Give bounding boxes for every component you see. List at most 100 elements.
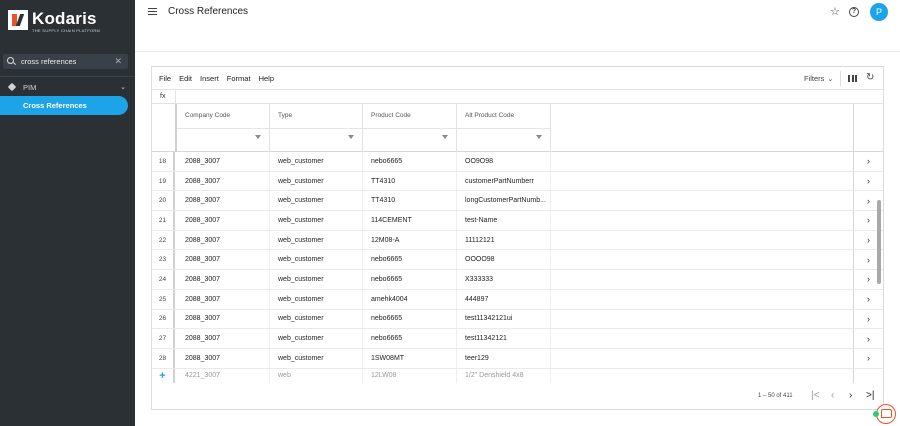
- cell-type[interactable]: web_customer: [270, 171, 363, 191]
- cell-alt-product-code[interactable]: 444897: [457, 289, 551, 309]
- table-row[interactable]: 23 2088_3007 web_customer nebo6665 OOOO9…: [152, 250, 883, 271]
- next-page-icon[interactable]: ›: [849, 390, 852, 401]
- add-row-icon[interactable]: +: [152, 368, 175, 383]
- cell-company-code[interactable]: 2088_3007: [177, 250, 270, 270]
- column-header-product-code[interactable]: Product Code: [363, 104, 457, 152]
- cell-company-code[interactable]: 2088_3007: [177, 329, 270, 348]
- first-page-icon[interactable]: |<: [811, 390, 819, 401]
- chevron-right-icon[interactable]: ›: [853, 152, 883, 171]
- cell-type[interactable]: web_customer: [270, 211, 363, 230]
- filter-icon[interactable]: [536, 135, 542, 139]
- cell-company-code[interactable]: 2088_3007: [177, 348, 270, 368]
- prev-page-icon[interactable]: ‹: [831, 390, 834, 401]
- cell-type[interactable]: web_customer: [270, 309, 363, 329]
- avatar[interactable]: P: [870, 3, 888, 21]
- cell-product-code[interactable]: 114CEMENT: [363, 211, 457, 230]
- cell-company-code[interactable]: 2088_3007: [177, 152, 270, 171]
- page-title: Cross References: [168, 6, 249, 17]
- chevron-right-icon[interactable]: ›: [853, 289, 883, 309]
- cell-company-code[interactable]: 2088_3007: [177, 309, 270, 329]
- filters-dropdown[interactable]: Filters ⌄: [804, 74, 833, 83]
- table-row[interactable]: 22 2088_3007 web_customer 12M08-A 111121…: [152, 230, 883, 251]
- table-row[interactable]: 18 2088_3007 web_customer nebo6665 OO9O9…: [152, 152, 883, 172]
- cell-alt-product-code[interactable]: teer129: [457, 348, 551, 368]
- sidebar-item-cross-references[interactable]: Cross References: [0, 96, 128, 115]
- cell-company-code[interactable]: 2088_3007: [177, 191, 270, 211]
- new-row-product-code[interactable]: 12LW08: [363, 368, 457, 383]
- cell-product-code[interactable]: nebo6665: [363, 270, 457, 289]
- new-row-company-code[interactable]: 4221_3007: [177, 368, 270, 383]
- cell-alt-product-code[interactable]: test11342121: [457, 329, 551, 348]
- cell-company-code[interactable]: 2088_3007: [177, 270, 270, 289]
- cell-product-code[interactable]: nebo6665: [363, 329, 457, 348]
- table-row[interactable]: 21 2088_3007 web_customer 114CEMENT test…: [152, 211, 883, 231]
- cell-product-code[interactable]: TT4310: [363, 171, 457, 191]
- cell-type[interactable]: web_customer: [270, 152, 363, 171]
- menu-edit[interactable]: Edit: [179, 74, 192, 83]
- cell-alt-product-code[interactable]: longCustomerPartNumb...: [457, 191, 551, 211]
- formula-bar[interactable]: fx: [152, 91, 883, 104]
- cell-alt-product-code[interactable]: customerPartNumberr: [457, 171, 551, 191]
- search-input[interactable]: [21, 57, 109, 66]
- cell-product-code[interactable]: nebo6665: [363, 309, 457, 329]
- cell-company-code[interactable]: 2088_3007: [177, 230, 270, 250]
- vertical-scrollbar[interactable]: [877, 200, 881, 284]
- cell-alt-product-code[interactable]: X333333: [457, 270, 551, 289]
- refresh-icon[interactable]: ↻: [866, 72, 874, 83]
- cell-product-code[interactable]: 12M08-A: [363, 230, 457, 250]
- cell-company-code[interactable]: 2088_3007: [177, 171, 270, 191]
- columns-icon[interactable]: [848, 75, 857, 82]
- cell-product-code[interactable]: 1SW08MT: [363, 348, 457, 368]
- cell-alt-product-code[interactable]: 11112121: [457, 230, 551, 250]
- menu-insert[interactable]: Insert: [200, 74, 219, 83]
- cell-alt-product-code[interactable]: OOOO98: [457, 250, 551, 270]
- new-row[interactable]: + 4221_3007 web 12LW08 1/2" Denshield 4x…: [152, 368, 883, 383]
- chevron-right-icon[interactable]: ›: [853, 309, 883, 329]
- cell-type[interactable]: web_customer: [270, 348, 363, 368]
- cell-product-code[interactable]: amehk4004: [363, 289, 457, 309]
- table-row[interactable]: 24 2088_3007 web_customer nebo6665 X3333…: [152, 270, 883, 290]
- chevron-right-icon[interactable]: ›: [853, 348, 883, 368]
- column-header-company-code[interactable]: Company Code: [177, 104, 270, 152]
- table-row[interactable]: 25 2088_3007 web_customer amehk4004 4448…: [152, 289, 883, 310]
- cell-company-code[interactable]: 2088_3007: [177, 211, 270, 230]
- new-row-type[interactable]: web: [270, 368, 363, 383]
- cell-type[interactable]: web_customer: [270, 230, 363, 250]
- kodaris-logo[interactable]: Kodaris THE SUPPLY CHAIN PLATFORM: [8, 10, 100, 33]
- column-header-type[interactable]: Type: [270, 104, 363, 152]
- chevron-right-icon[interactable]: ›: [853, 329, 883, 348]
- table-row[interactable]: 20 2088_3007 web_customer TT4310 longCus…: [152, 191, 883, 212]
- table-row[interactable]: 26 2088_3007 web_customer nebo6665 test1…: [152, 309, 883, 330]
- cell-type[interactable]: web_customer: [270, 270, 363, 289]
- cell-type[interactable]: web_customer: [270, 250, 363, 270]
- cell-alt-product-code[interactable]: test-Name: [457, 211, 551, 230]
- help-icon[interactable]: ?: [849, 7, 859, 17]
- cell-alt-product-code[interactable]: test11342121ui: [457, 309, 551, 329]
- close-icon[interactable]: ✕: [114, 56, 122, 67]
- cell-type[interactable]: web_customer: [270, 289, 363, 309]
- cell-product-code[interactable]: nebo6665: [363, 250, 457, 270]
- cell-type[interactable]: web_customer: [270, 191, 363, 211]
- sidebar-group-pim[interactable]: PIM ⌄: [0, 81, 135, 93]
- table-row[interactable]: 27 2088_3007 web_customer nebo6665 test1…: [152, 329, 883, 349]
- menu-file[interactable]: File: [159, 74, 171, 83]
- menu-icon[interactable]: [148, 8, 157, 15]
- chevron-right-icon[interactable]: ›: [853, 171, 883, 191]
- last-page-icon[interactable]: >|: [866, 390, 874, 401]
- menu-help[interactable]: Help: [259, 74, 274, 83]
- filter-icon[interactable]: [255, 135, 261, 139]
- cell-company-code[interactable]: 2088_3007: [177, 289, 270, 309]
- table-row[interactable]: 19 2088_3007 web_customer TT4310 custome…: [152, 171, 883, 192]
- column-header-alt-product-code[interactable]: Alt Product Code: [457, 104, 551, 152]
- filter-icon[interactable]: [348, 135, 354, 139]
- cell-alt-product-code[interactable]: OO9O98: [457, 152, 551, 171]
- menu-format[interactable]: Format: [227, 74, 251, 83]
- table-row[interactable]: 28 2088_3007 web_customer 1SW08MT teer12…: [152, 348, 883, 369]
- cell-type[interactable]: web_customer: [270, 329, 363, 348]
- cell-product-code[interactable]: nebo6665: [363, 152, 457, 171]
- new-row-alt-product-code[interactable]: 1/2" Denshield 4x8: [457, 368, 551, 383]
- cell-product-code[interactable]: TT4310: [363, 191, 457, 211]
- star-icon[interactable]: ☆: [830, 5, 840, 18]
- filter-icon[interactable]: [442, 135, 448, 139]
- chat-icon[interactable]: [876, 404, 896, 424]
